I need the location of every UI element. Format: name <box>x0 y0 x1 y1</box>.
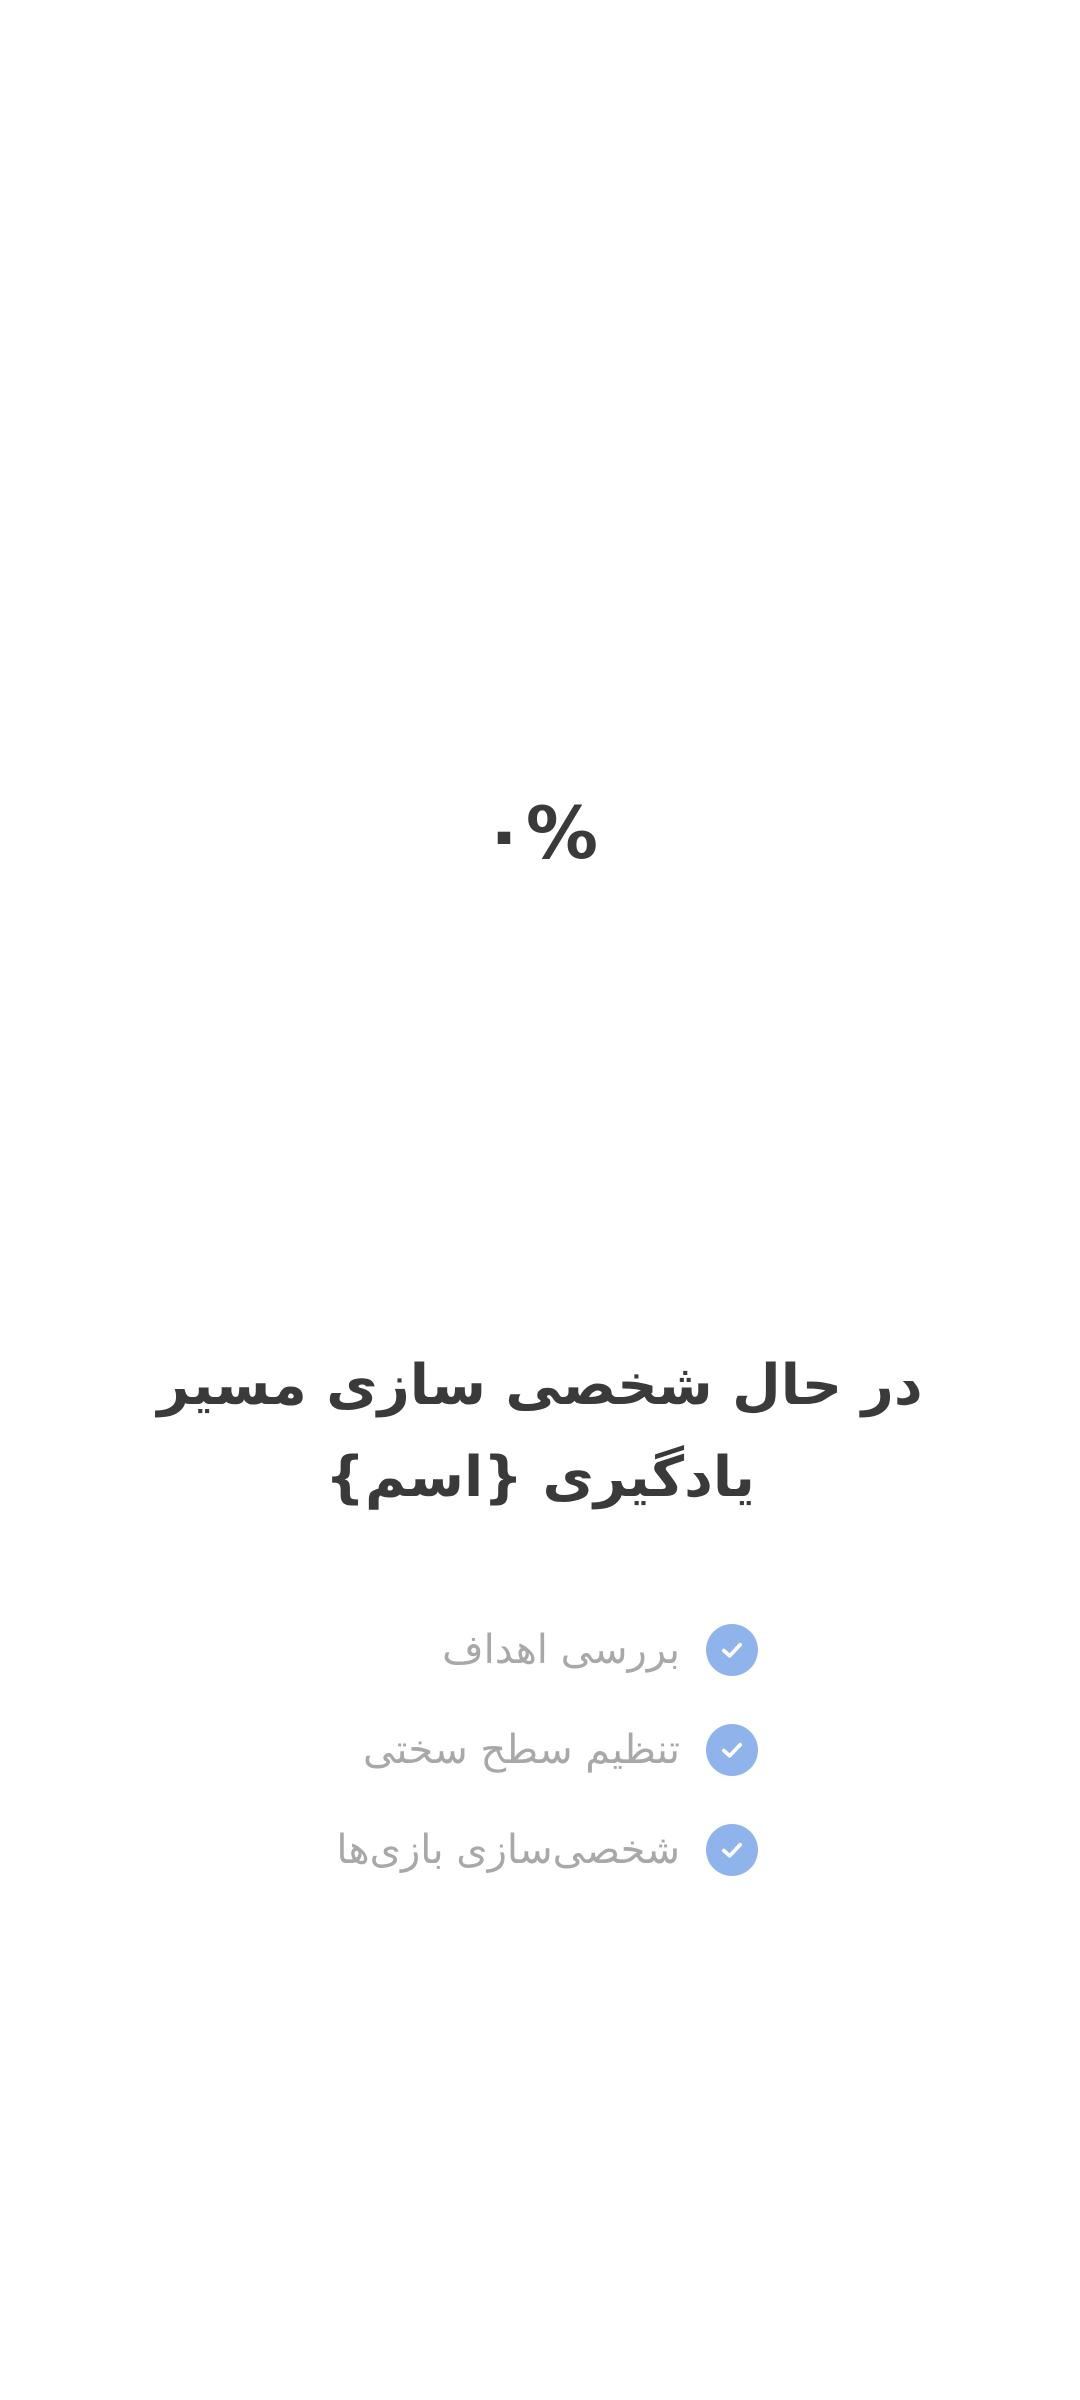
check-circle-icon <box>706 1824 758 1876</box>
step-label: شخصی‌سازی بازی‌ها <box>336 1827 680 1873</box>
step-item-review-goals: بررسی اهداف <box>238 1600 758 1700</box>
progress-percent: ۰% <box>481 791 599 875</box>
step-item-personalize-games: شخصی‌سازی بازی‌ها <box>238 1800 758 1900</box>
step-label: تنظیم سطح سختی <box>362 1727 680 1773</box>
step-label: بررسی اهداف <box>442 1627 680 1673</box>
page-title: در حال شخصی سازی مسیر یادگیری {اسم} <box>157 1353 923 1510</box>
check-circle-icon <box>706 1724 758 1776</box>
steps-list: بررسی اهداف تنظیم سطح سختی شخصی‌سازی باز… <box>238 1600 758 1900</box>
step-item-difficulty: تنظیم سطح سختی <box>238 1700 758 1800</box>
check-circle-icon <box>706 1624 758 1676</box>
